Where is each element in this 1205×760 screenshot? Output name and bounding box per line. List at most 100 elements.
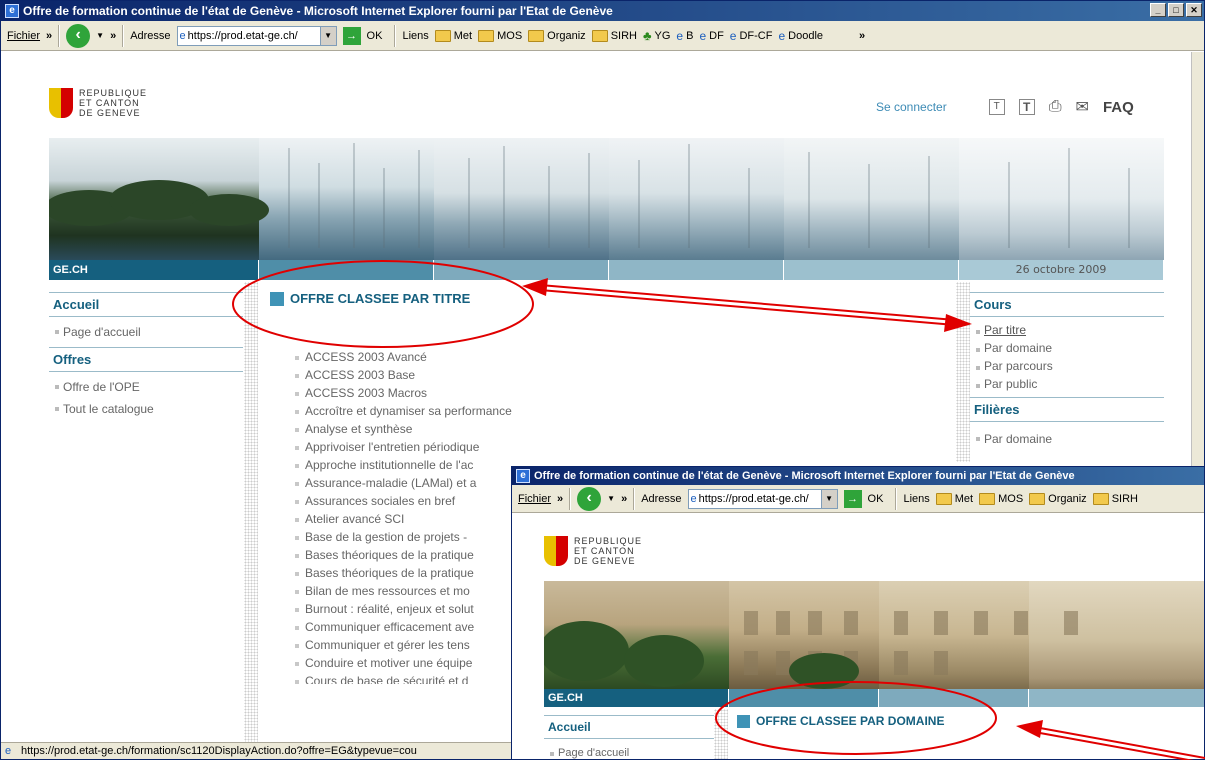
chevron-icon[interactable]: » xyxy=(557,493,563,505)
folder-icon xyxy=(434,29,451,42)
nav-item-page-accueil[interactable]: Page d'accueil xyxy=(49,321,243,343)
link-sirh[interactable]: SIRH xyxy=(591,29,637,42)
link-sirh[interactable]: SIRH xyxy=(1092,492,1138,505)
go-arrow-icon[interactable]: → xyxy=(843,489,862,508)
nav-item-par-domaine[interactable]: Par domaine xyxy=(970,339,1164,357)
link-df[interactable]: e DF xyxy=(699,29,723,43)
course-link[interactable]: Cours de base de sécurité et d xyxy=(293,672,511,684)
course-link[interactable]: Communiquer efficacement ave xyxy=(293,618,511,636)
logo-line-1: REPUBLIQUE xyxy=(574,536,643,546)
title-bar: e Offre de formation continue de l'état … xyxy=(512,467,1204,485)
course-link[interactable]: Atelier avancé SCI xyxy=(293,510,511,528)
course-link[interactable]: Bilan de mes ressources et mo xyxy=(293,582,511,600)
chevron-icon[interactable]: » xyxy=(859,30,865,42)
address-dropdown-button[interactable]: ▼ xyxy=(319,26,336,45)
close-button[interactable]: ✕ xyxy=(1186,3,1202,17)
address-label: Adresse xyxy=(641,492,682,505)
nav-item-filieres-par-domaine[interactable]: Par domaine xyxy=(970,428,1164,450)
logo-line-2: ET CANTON xyxy=(79,98,140,108)
large-text-icon[interactable]: T xyxy=(1018,99,1035,115)
course-link[interactable]: Approche institutionnelle de l'ac xyxy=(293,456,511,474)
course-link[interactable]: Burnout : réalité, enjeux et solut xyxy=(293,600,511,618)
ie-page-icon: e xyxy=(5,745,12,757)
dropdown-arrow-icon[interactable]: ▼ xyxy=(96,31,104,40)
back-button[interactable]: ‹ xyxy=(66,23,91,48)
link-mos[interactable]: MOS xyxy=(979,492,1023,505)
nav-item-par-public[interactable]: Par public xyxy=(970,375,1164,397)
toolbar: Fichier » ‹ ▼ » Adresse e https://prod.e… xyxy=(1,21,1204,51)
course-link[interactable]: Communiquer et gérer les tens xyxy=(293,636,511,654)
boat-masts xyxy=(49,143,1130,248)
course-link[interactable]: Conduire et motiver une équipe xyxy=(293,654,511,672)
nav-heading-cours: Cours xyxy=(970,292,1164,317)
link-doodle[interactable]: e Doodle xyxy=(778,29,823,43)
menu-fichier[interactable]: Fichier xyxy=(518,493,551,505)
link-b[interactable]: eB xyxy=(676,29,693,43)
course-link[interactable]: Assurances sociales en bref xyxy=(293,492,511,510)
window-title: Offre de formation continue de l'état de… xyxy=(534,470,1075,482)
link-organiz[interactable]: Organiz xyxy=(528,29,586,42)
course-link[interactable]: Accroître et dynamiser sa performance xyxy=(293,402,593,420)
go-arrow-icon[interactable]: → xyxy=(342,26,361,45)
logo-line-3: DE GENEVE xyxy=(574,556,636,566)
course-link[interactable]: Bases théoriques de la pratique xyxy=(293,564,511,582)
folder-icon xyxy=(1029,492,1046,505)
course-link[interactable]: Base de la gestion de projets - xyxy=(293,528,511,546)
link-met[interactable]: Met xyxy=(434,29,472,42)
course-link[interactable]: Bases théoriques de la pratique xyxy=(293,546,511,564)
print-icon[interactable]: ⎙ xyxy=(1049,98,1062,116)
address-bar[interactable]: e https://prod.etat-ge.ch/ ▼ xyxy=(687,488,838,509)
go-button[interactable]: OK xyxy=(868,493,884,505)
section-title-text: OFFRE CLASSEE PAR DOMAINE xyxy=(756,714,945,728)
faq-link[interactable]: FAQ xyxy=(1103,99,1134,116)
gech-label: GE.CH xyxy=(544,689,729,707)
nav-item-par-parcours[interactable]: Par parcours xyxy=(970,357,1164,375)
course-link[interactable]: ACCESS 2003 Avancé xyxy=(293,348,511,366)
link-met[interactable]: Met xyxy=(935,492,973,505)
section-title: OFFRE CLASSEE PAR TITRE xyxy=(270,291,470,306)
link-mos[interactable]: MOS xyxy=(478,29,522,42)
dropdown-arrow-icon[interactable]: ▼ xyxy=(607,494,615,503)
maximize-button[interactable]: □ xyxy=(1168,3,1184,17)
title-bar: e Offre de formation continue de l'état … xyxy=(1,1,1204,21)
link-df-cf[interactable]: e DF-CF xyxy=(730,29,773,43)
ie-page-icon: e xyxy=(729,28,737,43)
nav-heading-accueil: Accueil xyxy=(544,715,714,739)
chevron-icon[interactable]: » xyxy=(46,30,52,42)
nav-item-offre-ope[interactable]: Offre de l'OPE xyxy=(49,376,243,398)
header-banner-image xyxy=(49,138,1164,260)
link-yg[interactable]: ♣ YG xyxy=(643,28,670,43)
course-link[interactable]: ACCESS 2003 Macros xyxy=(293,384,511,402)
nav-item-page-accueil[interactable]: Page d'accueil xyxy=(544,743,714,759)
address-dropdown-button[interactable]: ▼ xyxy=(820,489,837,508)
course-link[interactable]: ACCESS 2003 Base xyxy=(293,366,511,384)
chevron-icon[interactable]: » xyxy=(110,30,116,42)
course-link[interactable]: Analyse et synthèse xyxy=(293,420,511,438)
login-link[interactable]: Se connecter xyxy=(876,100,947,114)
course-link[interactable]: Assurance-maladie (LAMal) et a xyxy=(293,474,511,492)
dotted-divider xyxy=(714,709,728,759)
link-organiz[interactable]: Organiz xyxy=(1029,492,1087,505)
menu-fichier[interactable]: Fichier xyxy=(7,30,40,42)
section-square-icon xyxy=(270,291,284,306)
back-button[interactable]: ‹ xyxy=(577,486,602,511)
section-title-text: OFFRE CLASSEE PAR TITRE xyxy=(290,291,471,306)
nav-item-catalogue[interactable]: Tout le catalogue xyxy=(49,398,243,420)
small-text-icon[interactable]: T xyxy=(988,99,1005,115)
course-link[interactable]: Apprivoiser l'entretien périodique xyxy=(293,438,511,456)
minimize-button[interactable]: _ xyxy=(1150,3,1166,17)
header-banner-image xyxy=(544,581,1204,689)
ie-page-icon: e xyxy=(690,492,697,505)
folder-icon xyxy=(591,29,608,42)
geneva-logo[interactable]: REPUBLIQUE ET CANTON DE GENEVE xyxy=(49,88,147,124)
geneva-shield-icon xyxy=(49,88,73,124)
nav-heading-filieres: Filières xyxy=(970,397,1164,422)
folder-icon xyxy=(1092,492,1109,505)
go-button[interactable]: OK xyxy=(367,30,383,42)
chevron-icon[interactable]: » xyxy=(621,493,627,505)
mail-icon[interactable]: ✉ xyxy=(1076,97,1089,117)
geneva-logo[interactable]: REPUBLIQUE ET CANTON DE GENEVE xyxy=(544,536,642,572)
address-bar[interactable]: e https://prod.etat-ge.ch/ ▼ xyxy=(176,25,337,46)
nav-item-par-titre[interactable]: Par titre xyxy=(970,321,1164,339)
address-value: https://prod.etat-ge.ch/ xyxy=(698,492,809,505)
